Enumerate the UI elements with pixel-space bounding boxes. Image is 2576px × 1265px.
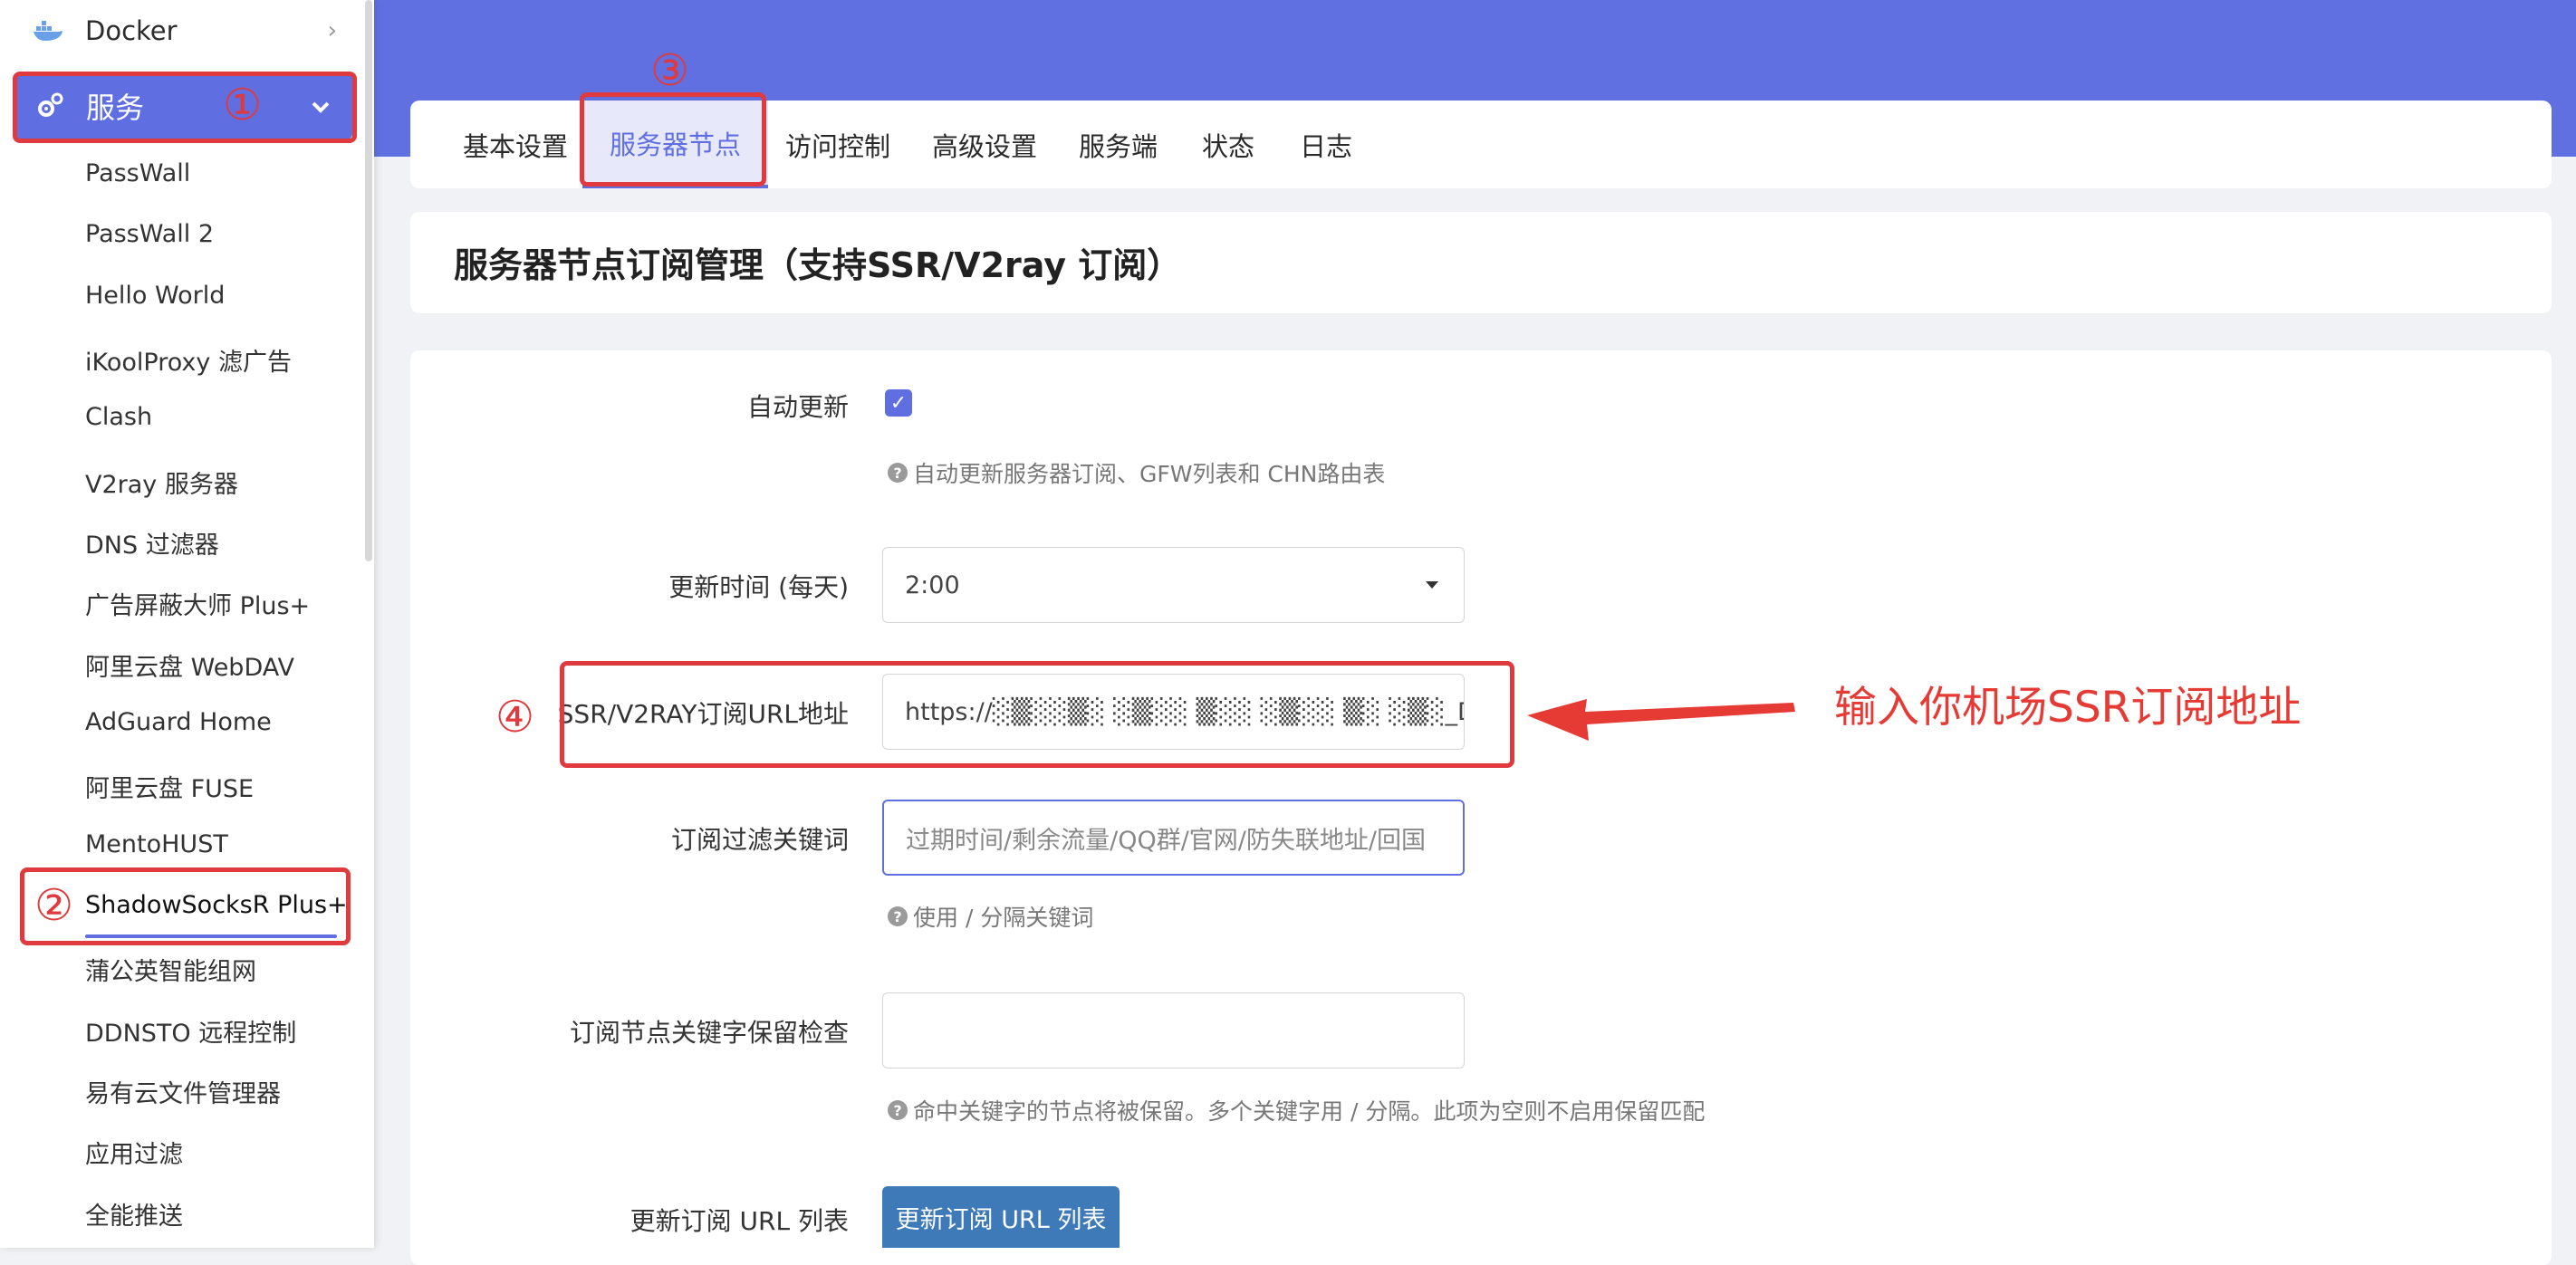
sidebar-item-clash[interactable]: Clash [85, 403, 152, 431]
sidebar-item-mentohust[interactable]: MentoHUST [85, 830, 228, 858]
sidebar-item-v2ray-server[interactable]: V2ray 服务器 [85, 465, 238, 500]
chevron-right-icon: › [327, 17, 337, 44]
annotation-number-4: ④ [495, 692, 535, 743]
select-value: 2:00 [905, 570, 960, 599]
check-icon: ✓ [889, 391, 908, 415]
tab-access-control[interactable]: 访问控制 [785, 101, 890, 188]
question-icon: ? [888, 463, 908, 483]
sidebar-item-pgyer[interactable]: 蒲公英智能组网 [85, 952, 256, 987]
keep-keyword-label: 订阅节点关键字保留检查 [569, 1018, 849, 1048]
annotation-number-3: ③ [650, 45, 690, 96]
form-card [410, 350, 2552, 1265]
annotation-number-2: ② [34, 880, 74, 931]
question-icon: ? [888, 906, 908, 926]
sidebar-item-push[interactable]: 全能推送 [85, 1196, 183, 1231]
annotation-box-4 [560, 661, 1514, 768]
tab-log[interactable]: 日志 [1300, 101, 1352, 188]
annotation-box-3 [580, 92, 766, 187]
sidebar-item-hello-world[interactable]: Hello World [85, 282, 225, 310]
sidebar-item-passwall[interactable]: PassWall [85, 159, 190, 187]
caret-down-icon [1426, 581, 1438, 589]
tab-status[interactable]: 状态 [1202, 101, 1254, 188]
update-time-label: 更新时间 (每天) [668, 572, 849, 602]
question-icon: ? [888, 1100, 908, 1120]
hint-text: 命中关键字的节点将被保留。多个关键字用 / 分隔。此项为空则不启用保留匹配 [913, 1098, 1706, 1125]
filter-keyword-hint: ? 使用 / 分隔关键词 [888, 900, 1093, 933]
input-placeholder: 过期时间/剩余流量/QQ群/官网/防失联地址/回国 [906, 826, 1426, 855]
update-time-select[interactable]: 2:00 [882, 547, 1465, 623]
annotation-arrow-icon [1527, 699, 1795, 741]
sidebar-item-dns-filter[interactable]: DNS 过滤器 [85, 525, 219, 561]
tab-advanced-settings[interactable]: 高级设置 [932, 101, 1037, 188]
tab-server-side[interactable]: 服务端 [1079, 101, 1158, 188]
auto-update-checkbox[interactable]: ✓ [885, 389, 912, 417]
keep-keyword-hint: ? 命中关键字的节点将被保留。多个关键字用 / 分隔。此项为空则不启用保留匹配 [888, 1094, 1705, 1126]
hint-text: 自动更新服务器订阅、GFW列表和 CHN路由表 [913, 461, 1386, 487]
sidebar-item-ddnsto[interactable]: DDNSTO 远程控制 [85, 1013, 296, 1049]
sidebar-item-adguard-home[interactable]: AdGuard Home [85, 708, 272, 736]
sidebar-item-app-filter[interactable]: 应用过滤 [85, 1135, 183, 1170]
sidebar-item-aliyun-fuse[interactable]: 阿里云盘 FUSE [85, 769, 254, 804]
auto-update-label: 自动更新 [746, 392, 849, 422]
page-title: 服务器节点订阅管理（支持SSR/V2ray 订阅） [454, 245, 1182, 285]
filter-keyword-input[interactable]: 过期时间/剩余流量/QQ群/官网/防失联地址/回国 [882, 800, 1465, 876]
sidebar-item-aliyun-webdav[interactable]: 阿里云盘 WebDAV [85, 647, 294, 683]
sidebar-item-passwall2[interactable]: PassWall 2 [85, 220, 214, 248]
sidebar-item-docker[interactable]: Docker › [0, 0, 362, 62]
sidebar-scrollbar[interactable] [365, 0, 372, 561]
hint-text: 使用 / 分隔关键词 [913, 905, 1094, 931]
sidebar-item-file-manager[interactable]: 易有云文件管理器 [85, 1074, 281, 1109]
auto-update-hint: ? 自动更新服务器订阅、GFW列表和 CHN路由表 [888, 456, 1385, 489]
sidebar-item-adblock-plus[interactable]: 广告屏蔽大师 Plus+ [85, 586, 310, 621]
keep-keyword-input[interactable] [882, 992, 1465, 1069]
docker-icon [33, 19, 69, 43]
sidebar-item-label: Docker [85, 15, 178, 46]
tab-basic-settings[interactable]: 基本设置 [463, 101, 568, 188]
sidebar-item-ikoolproxy[interactable]: iKoolProxy 滤广告 [85, 342, 292, 378]
filter-keyword-label: 订阅过滤关键词 [670, 825, 849, 855]
update-list-label: 更新订阅 URL 列表 [630, 1206, 849, 1236]
title-card: 服务器节点订阅管理（支持SSR/V2ray 订阅） [410, 212, 2552, 313]
annotation-number-1: ① [223, 80, 263, 130]
annotation-box-1 [13, 72, 357, 143]
update-sub-list-button[interactable]: 更新订阅 URL 列表 [882, 1186, 1120, 1248]
sidebar: Docker › 服务 PassWall PassWall 2 Hello Wo… [0, 0, 374, 1248]
annotation-arrow-text: 输入你机场SSR订阅地址 [1834, 683, 2302, 733]
